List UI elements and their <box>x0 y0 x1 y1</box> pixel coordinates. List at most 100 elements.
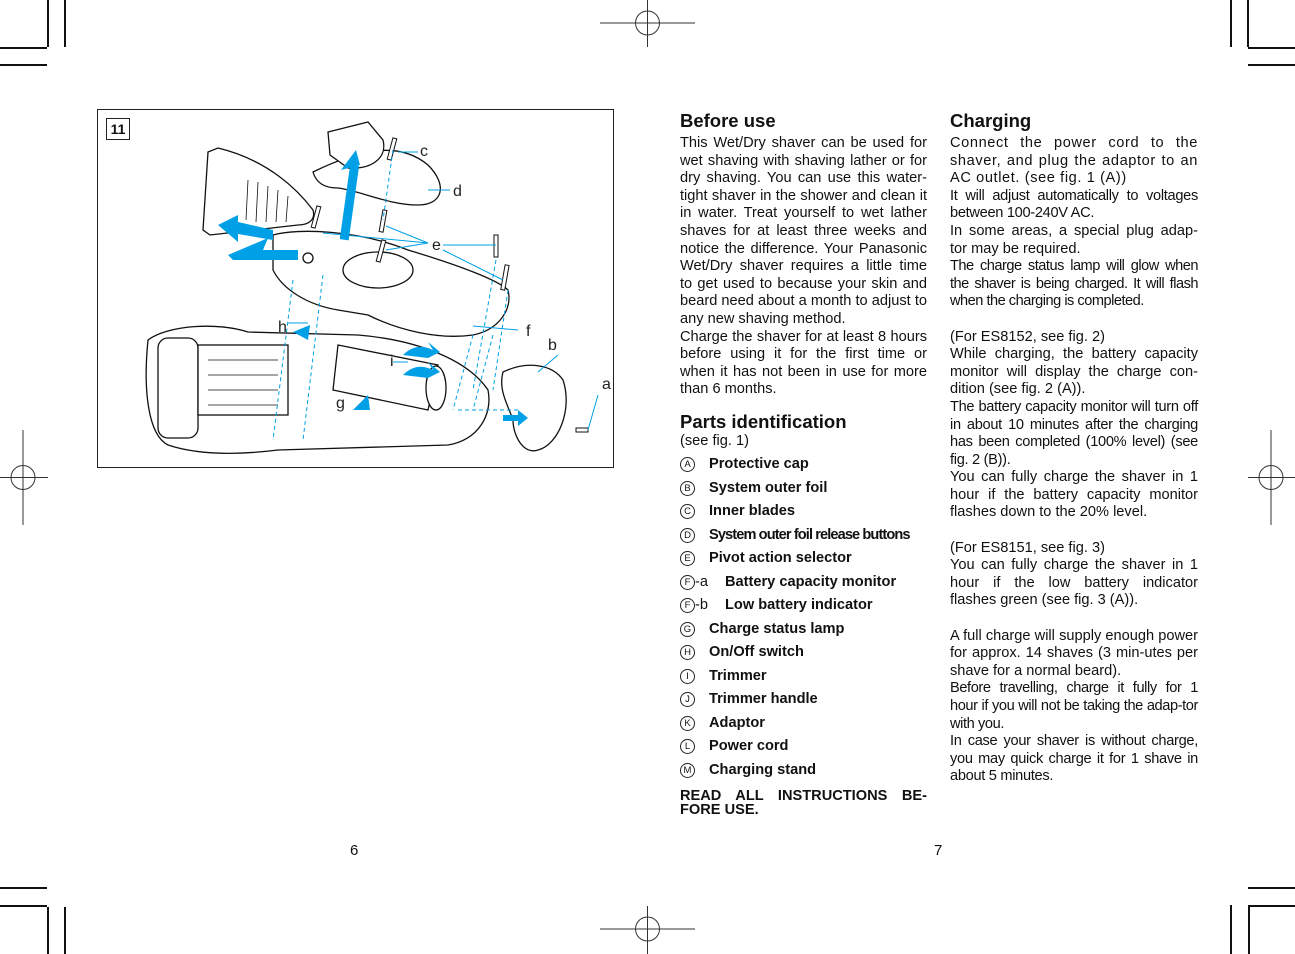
part-label: Trimmer handle <box>709 691 818 708</box>
circled-letter: A <box>680 457 695 473</box>
before-use-heading: Before use <box>680 110 776 131</box>
part-key-suffix: -a <box>695 573 708 590</box>
full-charge-paragraph-3: In case your shaver is without charge, y… <box>950 733 1198 785</box>
full-charge-paragraph-1: A full charge will supply enough power f… <box>950 627 1198 679</box>
parts-list-item: D System outer foil release buttons <box>680 524 927 548</box>
registration-mark-right <box>1248 430 1295 525</box>
full-charge-paragraph-2: Before travelling, charge it fully for 1… <box>950 680 1198 732</box>
part-key: C <box>680 503 709 521</box>
parts-list: A Protective cap B System outer foil C Inner … <box>680 454 927 783</box>
part-key: B <box>680 480 709 498</box>
part-key: A <box>680 456 709 474</box>
right-text-column: Charging Connect the power cord to the s… <box>950 110 1199 786</box>
part-label: Charge status lamp <box>709 620 845 637</box>
parts-list-item: G Charge status lamp <box>680 618 927 642</box>
parts-list-item: C Inner blades <box>680 501 927 525</box>
callout-b: b <box>548 337 557 354</box>
part-key: E <box>680 550 709 568</box>
callout-d: d <box>453 183 462 200</box>
part-label: Adaptor <box>709 714 765 731</box>
es8152-title: (For ES8152, see fig. 2) <box>950 328 1105 345</box>
charging-heading: Charging <box>950 110 1032 131</box>
registration-mark-bottom <box>600 906 695 954</box>
part-label: Battery capacity monitor <box>725 573 897 590</box>
before-use-paragraph-2: Charge the shaver for at least 8 hours b… <box>680 328 927 398</box>
circled-letter: K <box>680 715 695 731</box>
part-key: D <box>680 527 709 545</box>
circled-letter: H <box>680 645 695 661</box>
circled-letter: E <box>680 551 695 567</box>
part-key: J <box>680 691 709 709</box>
part-label: System outer foil <box>709 479 828 496</box>
circled-letter: L <box>680 739 695 755</box>
parts-list-item: H On/Off switch <box>680 642 927 666</box>
parts-list-item: K Adaptor <box>680 712 927 736</box>
registration-mark-left <box>0 430 48 525</box>
left-text-column: Before use This Wet/Dry shaver can be us… <box>680 110 927 817</box>
circled-letter: F <box>680 574 695 590</box>
callout-a: a <box>602 376 611 393</box>
callout-g: g <box>336 395 345 412</box>
parts-identification-heading: Parts identification <box>680 410 847 432</box>
part-key: K <box>680 715 709 733</box>
parts-subtitle: (see fig. 1) <box>680 432 749 449</box>
read-instructions-warning: READ ALL INSTRUCTIONS BE-FORE USE. <box>680 787 927 818</box>
es8152-paragraph-3: You can fully charge the shaver in 1 hou… <box>950 469 1198 521</box>
part-label: On/Off switch <box>709 644 804 661</box>
part-label: Pivot action selector <box>709 550 852 567</box>
parts-list-item: J Trimmer handle <box>680 689 927 713</box>
circled-letter: G <box>680 621 695 637</box>
circled-letter: D <box>680 527 695 543</box>
part-label: Low battery indicator <box>725 597 873 614</box>
circled-letter: J <box>680 692 695 708</box>
parts-list-item: F -a Battery capacity monitor <box>680 571 927 595</box>
charging-paragraph-2: It will adjust automatically to voltages… <box>950 187 1198 222</box>
parts-list-item: A Protective cap <box>680 454 927 478</box>
part-key: F -b <box>680 597 725 615</box>
part-label: Trimmer <box>709 667 767 684</box>
parts-list-item: M Charging stand <box>680 759 927 783</box>
part-label: System outer foil release buttons <box>709 526 911 543</box>
page-number-right: 7 <box>934 842 943 859</box>
charging-paragraph-1: Connect the power cord to the shaver, an… <box>950 135 1198 187</box>
es8151-paragraph-1: You can fully charge the shaver in 1 hou… <box>950 557 1198 609</box>
page-number-left: 6 <box>350 842 359 859</box>
part-key: F -a <box>680 574 725 592</box>
callout-h: h <box>278 319 287 336</box>
end-cap <box>501 364 567 452</box>
callout-e: e <box>432 237 441 254</box>
circled-letter: M <box>680 762 695 778</box>
parts-list-item: I Trimmer <box>680 665 927 689</box>
exploded-view-figure: 11 c d e f b a h i g <box>97 109 614 468</box>
charging-paragraph-3: In some areas, a special plug adap-tor m… <box>950 222 1198 257</box>
charging-paragraph-4: The charge status lamp will glow when th… <box>950 258 1199 310</box>
part-key: M <box>680 762 709 780</box>
callout-c: c <box>420 143 428 160</box>
circled-letter: C <box>680 504 695 520</box>
es8152-paragraph-1: While charging, the battery capacity mon… <box>950 346 1198 398</box>
parts-list-item: F -b Low battery indicator <box>680 595 927 619</box>
part-key: L <box>680 738 709 756</box>
circled-letter: B <box>680 480 695 496</box>
parts-list-item: E Pivot action selector <box>680 548 927 572</box>
part-label: Charging stand <box>709 761 817 778</box>
circled-letter: I <box>680 668 695 684</box>
part-label: Power cord <box>709 738 789 755</box>
circled-letter: F <box>680 598 695 614</box>
shaver-exploded-illustration: c d e f b a h i g <box>145 121 611 454</box>
registration-mark-top <box>600 0 695 47</box>
parts-list-item: L Power cord <box>680 736 927 760</box>
shaver-head-cover <box>202 147 315 236</box>
part-key: I <box>680 668 709 686</box>
part-key: H <box>680 644 709 662</box>
es8152-paragraph-2: The battery capacity monitor will turn o… <box>950 398 1198 468</box>
before-use-paragraph-1: This Wet/Dry shaver can be used for wet … <box>680 135 927 327</box>
part-label: Protective cap <box>709 456 809 473</box>
part-key: G <box>680 621 709 639</box>
part-key-suffix: -b <box>695 597 708 614</box>
es8151-title: (For ES8151, see fig. 3) <box>950 539 1105 556</box>
callout-i: i <box>390 353 394 370</box>
callout-f: f <box>526 323 531 340</box>
part-label: Inner blades <box>709 503 795 520</box>
parts-list-item: B System outer foil <box>680 477 927 501</box>
